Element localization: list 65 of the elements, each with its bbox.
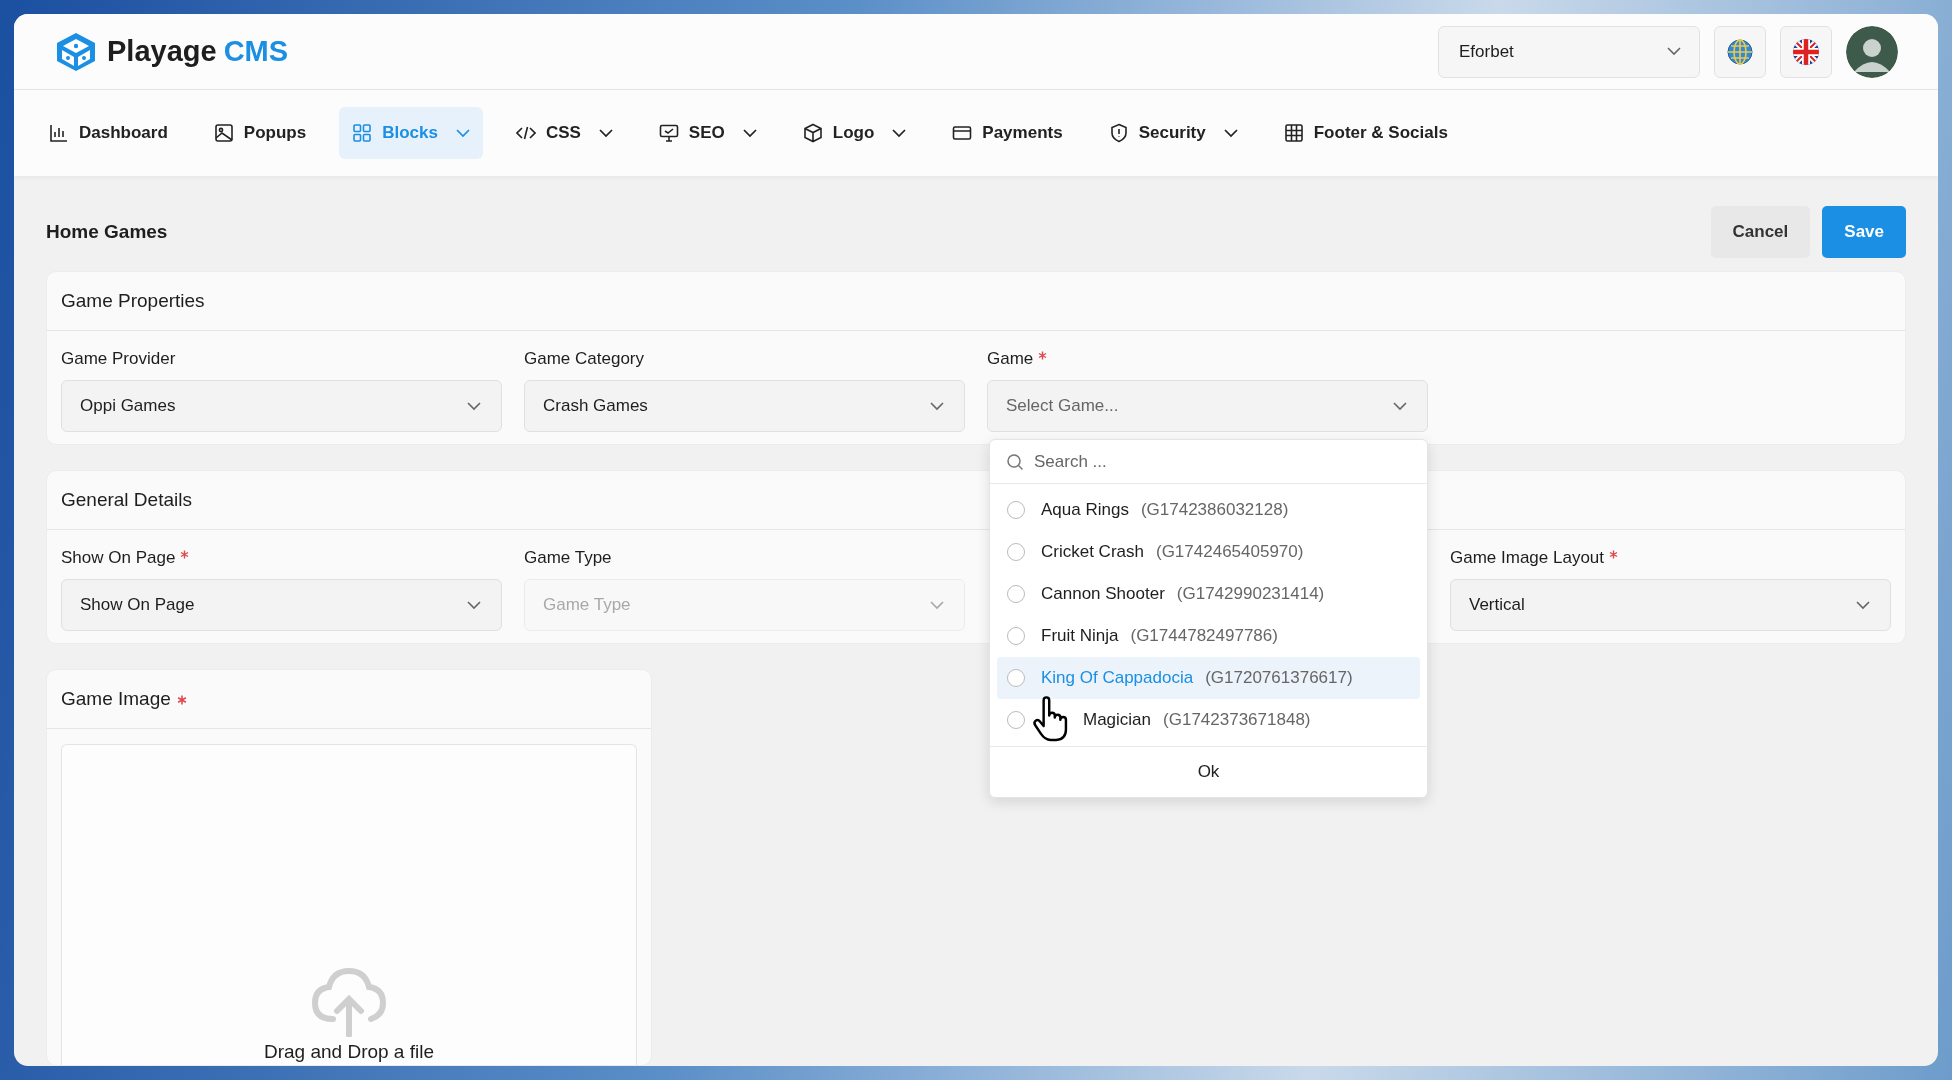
globe-button[interactable] [1714, 25, 1766, 78]
search-field[interactable]: Search ... [1034, 451, 1411, 472]
globe-icon [1725, 36, 1755, 67]
nav-item[interactable]: Footer & Socials [1270, 107, 1461, 159]
field-label: Game Type [524, 548, 612, 568]
game-option[interactable]: Fruit Ninja (G1744782497786) [997, 615, 1420, 657]
select-field[interactable]: Crash Games [524, 380, 965, 432]
radio-button[interactable] [1007, 585, 1025, 603]
search-icon [1006, 452, 1024, 471]
field-label: Game Image Layout [1450, 548, 1605, 568]
radio-button[interactable] [1007, 501, 1025, 519]
brand-name: Playage [107, 35, 217, 68]
section-title: Game Properties [61, 290, 205, 312]
select-field[interactable]: Vertical [1450, 579, 1891, 631]
nav-item[interactable]: CSS [502, 107, 626, 159]
field-label: Game Category [524, 349, 644, 369]
cancel-button[interactable]: Cancel [1710, 206, 1811, 258]
upload-text: Drag and Drop a file [263, 1041, 434, 1063]
nav-item[interactable]: Logo [789, 107, 920, 159]
radio-button[interactable] [1007, 711, 1025, 729]
select-field[interactable]: Oppi Games [61, 380, 502, 432]
nav-item[interactable]: Payments [939, 107, 1076, 159]
avatar[interactable] [1846, 25, 1898, 78]
ok-button[interactable]: Ok [1181, 756, 1236, 788]
chevron-down-icon [467, 600, 481, 610]
game-option[interactable]: Magician (G1742373671848) [997, 699, 1420, 741]
chevron-down-icon [1856, 600, 1870, 610]
grid-icon [352, 123, 373, 143]
section-title: Game Image [61, 688, 171, 710]
radio-button[interactable] [1007, 543, 1025, 561]
nav-item[interactable]: SEO [645, 107, 770, 159]
nav-item[interactable]: Popups [200, 107, 320, 159]
chevron-down-icon [1667, 47, 1681, 56]
radio-button[interactable] [1007, 669, 1025, 687]
card-icon [952, 123, 973, 143]
select-field[interactable]: Select Game... [987, 380, 1428, 432]
field-label: Game [987, 349, 1034, 369]
game-option[interactable]: Aqua Rings (G1742386032128) [997, 489, 1420, 531]
table-icon [1283, 123, 1304, 143]
chevron-down-icon [467, 401, 481, 411]
chevron-down-icon [930, 600, 944, 610]
language-button[interactable] [1780, 25, 1832, 78]
page-title: Home Games [46, 221, 168, 243]
site-select[interactable]: Eforbet [1438, 25, 1700, 78]
brand-suffix: CMS [223, 35, 289, 68]
drop-zone[interactable]: Drag and Drop a file [61, 744, 637, 1065]
bar-chart-icon [49, 123, 69, 143]
nav-item[interactable]: Security [1095, 107, 1251, 159]
monitor-icon [658, 123, 679, 143]
flag-icon [1792, 37, 1820, 66]
shield-icon [1108, 123, 1129, 143]
game-option[interactable]: Cricket Crash (G1742465405970) [997, 531, 1420, 573]
game-option[interactable]: Cannon Shooter (G1742990231414) [997, 573, 1420, 615]
game-option[interactable]: King Of Cappadocia (G1720761376617) [997, 657, 1420, 699]
nav-item[interactable]: Dashboard [36, 107, 181, 159]
section-title: General Details [61, 489, 192, 511]
field-label: Show On Page [61, 548, 176, 568]
chevron-down-icon [1393, 401, 1407, 411]
upload-icon [309, 965, 389, 1037]
select-field[interactable]: Show On Page [61, 579, 502, 631]
cube-icon [802, 123, 823, 143]
radio-button[interactable] [1007, 627, 1025, 645]
chevron-down-icon [930, 401, 944, 411]
field-label: Game Provider [61, 349, 176, 369]
image-icon [213, 123, 234, 143]
